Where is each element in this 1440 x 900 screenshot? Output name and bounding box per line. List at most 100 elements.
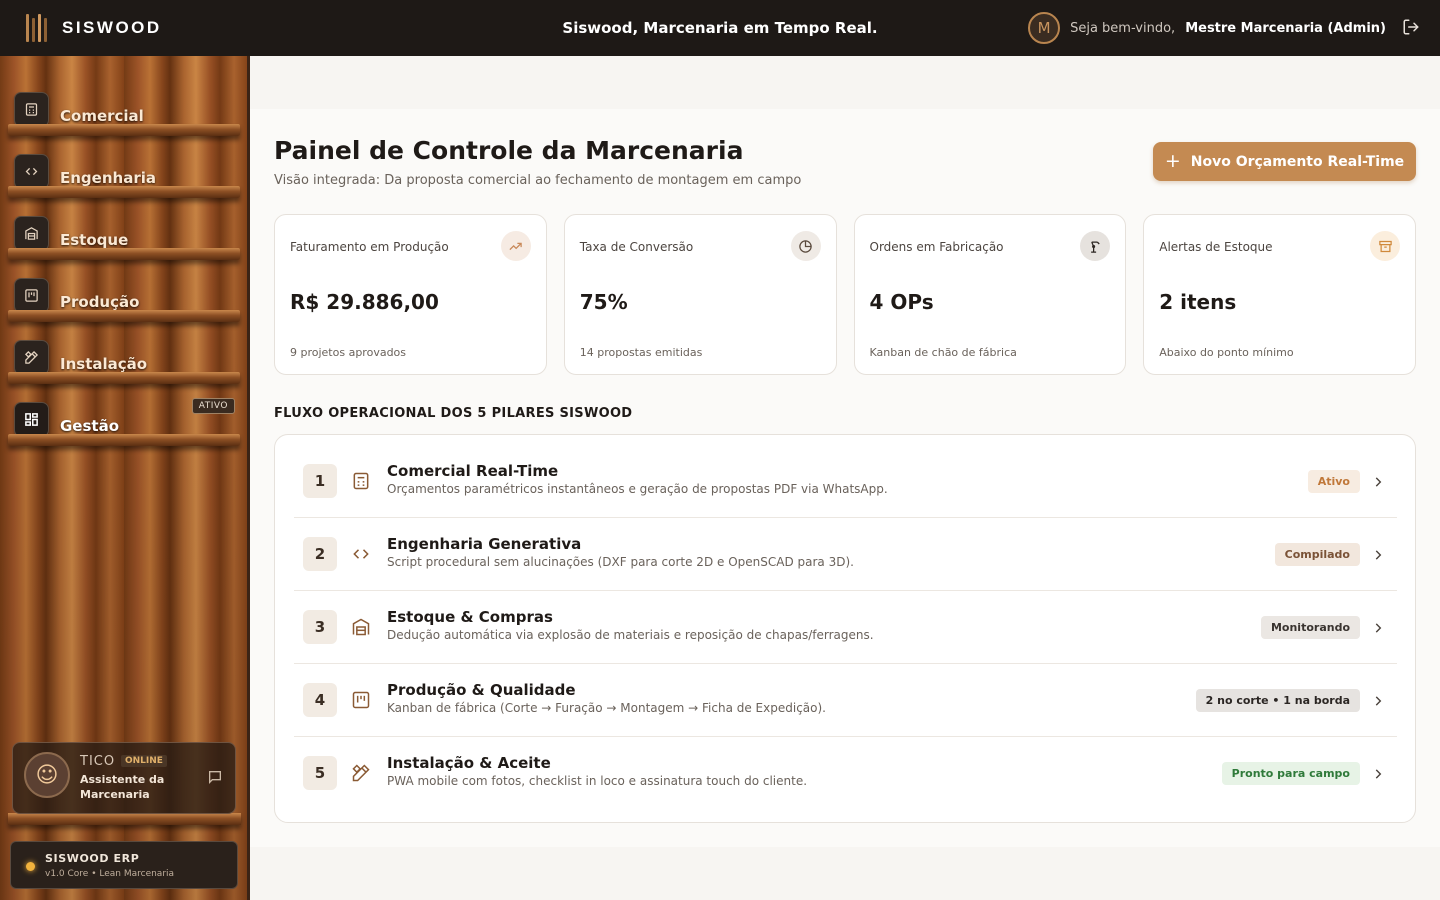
chat-icon[interactable] [207,769,223,785]
kpi-value: 75% [579,290,628,314]
flow-item-title: Produção & Qualidade [387,681,576,699]
assistant-status-badge: ONLINE [121,755,167,767]
flow-item-description: Script procedural sem alucinações (DXF p… [387,555,854,569]
assistant-name: TICO [80,754,116,769]
warehouse-icon [14,216,49,251]
flow-item-comercial[interactable]: 1 Comercial Real-Time Orçamentos paramét… [294,445,1397,518]
kpi-label: Taxa de Conversão [579,240,694,254]
shelf-board [8,248,240,260]
status-badge: Ativo [1307,470,1360,493]
code-icon [14,154,49,189]
flow-item-title: Instalação & Aceite [387,754,551,772]
assistant-role: Assistente da Marcenaria [80,773,165,801]
user-greeting: M Seja bem-vindo, Mestre Marcenaria (Adm… [1028,12,1386,44]
code-icon [351,544,371,564]
calculator-icon [351,471,371,491]
status-badge: 2 no corte • 1 na borda [1195,689,1360,712]
user-name: Mestre Marcenaria (Admin) [1185,20,1386,36]
plus-icon: + [1164,150,1181,172]
calculator-icon [14,92,49,127]
sidebar: Comercial Engenharia Estoque Produção In… [0,56,250,900]
new-quote-button[interactable]: + Novo Orçamento Real-Time [1153,142,1416,181]
shelf-board [8,186,240,198]
flow-list: 1 Comercial Real-Time Orçamentos paramét… [274,434,1416,823]
chevron-right-icon[interactable] [1371,547,1385,561]
kpi-card-conversion[interactable]: Taxa de Conversão 75% 14 propostas emiti… [563,214,837,375]
logout-icon[interactable] [1402,18,1420,36]
flow-item-title: Engenharia Generativa [387,535,582,553]
flow-item-producao[interactable]: 4 Produção & Qualidade Kanban de fábrica… [294,664,1397,737]
shelf-board [8,813,241,825]
step-number: 4 [303,683,337,717]
sidebar-item-gestao[interactable]: Gestão [0,384,246,446]
sidebar-item-label: Gestão [60,417,120,435]
sidebar-item-label: Produção [60,293,140,311]
kpi-note: Abaixo do ponto mínimo [1159,346,1294,359]
shelf-board [8,310,240,322]
flow-item-instalacao[interactable]: 5 Instalação & Aceite PWA mobile com fot… [294,737,1397,810]
chevron-right-icon[interactable] [1371,693,1385,707]
status-badge: Pronto para campo [1221,762,1360,785]
new-quote-label: Novo Orçamento Real-Time [1190,153,1405,170]
sidebar-item-comercial[interactable]: Comercial [0,74,246,136]
welcome-text: Seja bem-vindo, [1070,20,1176,36]
chevron-right-icon[interactable] [1371,766,1385,780]
sidebar-item-label: Engenharia [60,169,156,187]
page-subtitle: Visão integrada: Da proposta comercial a… [274,173,802,188]
robot-arm-icon [1080,231,1111,261]
status-dot [26,862,35,871]
chevron-right-icon[interactable] [1371,474,1385,488]
kpi-note: 14 propostas emitidas [579,346,703,359]
shelf-board [8,124,240,136]
shelf-board [8,372,240,384]
step-number: 3 [303,610,337,644]
kpi-value: 4 OPs [869,290,934,314]
status-badge: Compilado [1274,543,1360,566]
flow-item-title: Comercial Real-Time [387,462,559,480]
page-title: Painel de Controle da Marcenaria [274,136,744,165]
shelf-board [8,434,240,446]
step-number: 2 [303,537,337,571]
flow-item-description: Kanban de fábrica (Corte → Furação → Mon… [387,701,826,715]
user-avatar[interactable]: M [1028,12,1061,44]
kpi-note: 9 projetos aprovados [290,346,407,359]
kpi-label: Ordens em Fabricação [869,240,1004,254]
top-bar: SISWOOD Siswood, Marcenaria em Tempo Rea… [0,0,1440,56]
active-badge: ATIVO [191,398,235,414]
sidebar-item-label: Instalação [60,355,148,373]
kpi-value: 2 itens [1159,290,1237,314]
erp-title: SISWOOD ERP [45,852,140,865]
sidebar-item-engenharia[interactable]: Engenharia [0,136,246,198]
kpi-label: Faturamento em Produção [290,240,449,254]
kpi-card-revenue[interactable]: Faturamento em Produção R$ 29.886,00 9 p… [274,214,547,375]
flow-section-title: FLUXO OPERACIONAL DOS 5 PILARES SISWOOD [274,406,633,421]
sidebar-item-estoque[interactable]: Estoque [0,198,246,260]
flow-item-description: PWA mobile com fotos, checklist in loco … [387,774,808,788]
flow-item-estoque[interactable]: 3 Estoque & Compras Dedução automática v… [294,591,1397,664]
warehouse-icon [351,617,371,637]
pencil-ruler-icon [14,340,49,375]
step-number: 1 [303,464,337,498]
wood-planks-icon [26,14,52,42]
sidebar-item-producao[interactable]: Produção [0,260,246,322]
assistant-avatar: ☺ [24,752,70,798]
archive-icon [1370,231,1400,261]
brand-logo[interactable]: SISWOOD [26,14,162,42]
chevron-right-icon[interactable] [1371,620,1385,634]
erp-subtitle: v1.0 Core • Lean Marcenaria [45,869,175,879]
trending-up-icon [500,231,531,261]
kpi-card-stock-alerts[interactable]: Alertas de Estoque 2 itens Abaixo do pon… [1143,214,1416,375]
sidebar-item-instalacao[interactable]: Instalação [0,322,246,384]
flow-item-description: Dedução automática via explosão de mater… [387,628,874,642]
dashboard-icon [14,402,49,437]
flow-item-engenharia[interactable]: 2 Engenharia Generativa Script procedura… [294,518,1397,591]
kpi-value: R$ 29.886,00 [290,290,439,314]
sidebar-item-label: Estoque [60,231,129,249]
pencil-ruler-icon [351,763,371,783]
flow-item-description: Orçamentos paramétricos instantâneos e g… [387,482,888,496]
flow-item-title: Estoque & Compras [387,608,553,626]
kpi-card-orders[interactable]: Ordens em Fabricação 4 OPs Kanban de chã… [853,214,1127,375]
assistant-card[interactable]: ☺ TICO ONLINE Assistente da Marcenaria [12,742,236,814]
sidebar-item-label: Comercial [60,107,144,125]
kpi-label: Alertas de Estoque [1159,240,1273,254]
